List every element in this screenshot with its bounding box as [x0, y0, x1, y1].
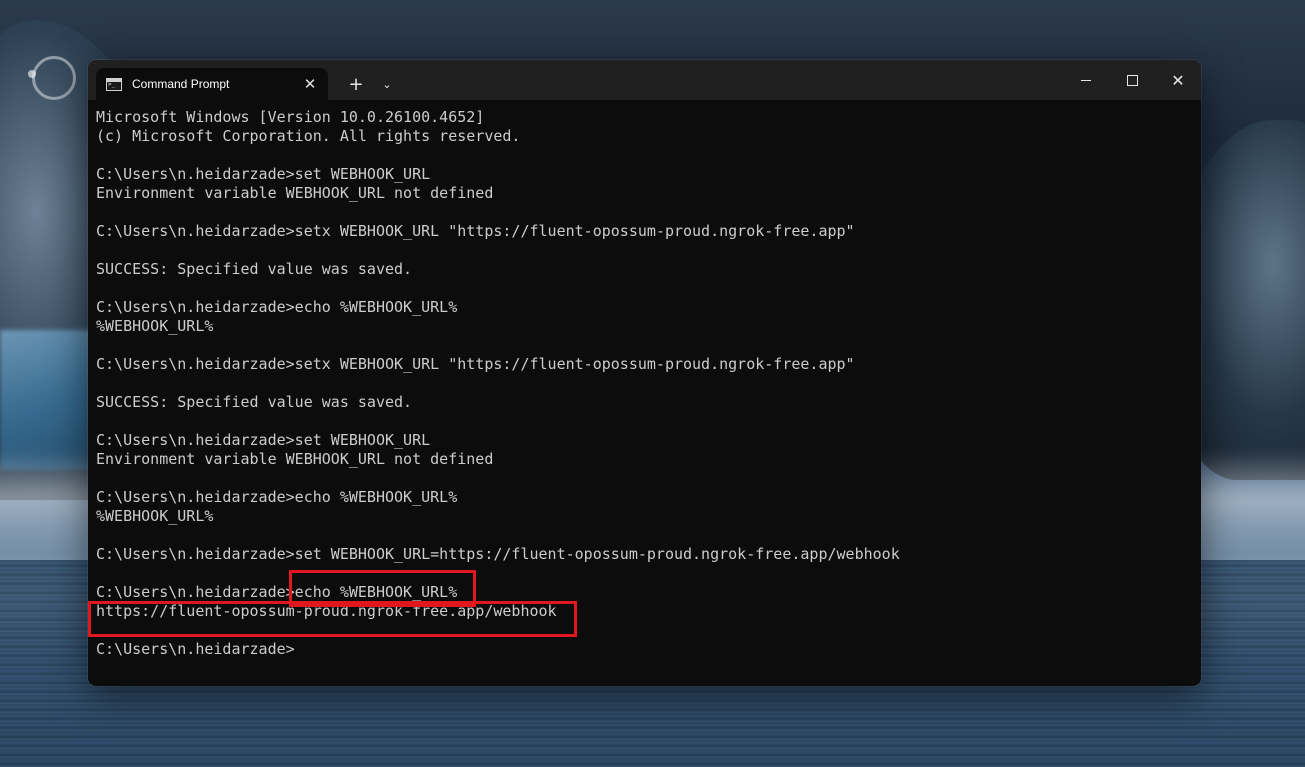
- tab-close-icon[interactable]: ✕: [298, 72, 322, 96]
- command-prompt-window: Command Prompt ✕ + ⌄ ✕ Microsoft Windows…: [88, 60, 1201, 686]
- close-window-button[interactable]: ✕: [1155, 60, 1201, 100]
- terminal-line: C:\Users\n.heidarzade>setx WEBHOOK_URL "…: [96, 222, 855, 240]
- terminal-line: C:\Users\n.heidarzade>set WEBHOOK_URL: [96, 431, 431, 449]
- window-controls: ✕: [1063, 60, 1201, 100]
- terminal-line: C:\Users\n.heidarzade>setx WEBHOOK_URL "…: [96, 355, 855, 373]
- watermark-logo: [28, 56, 88, 156]
- terminal-line: (c) Microsoft Corporation. All rights re…: [96, 127, 521, 145]
- terminal-line: C:\Users\n.heidarzade>echo %WEBHOOK_URL%: [96, 298, 458, 316]
- terminal-line: C:\Users\n.heidarzade>echo %WEBHOOK_URL%: [96, 583, 458, 601]
- title-bar[interactable]: Command Prompt ✕ + ⌄ ✕: [88, 60, 1201, 100]
- watermark-ring-icon: [32, 56, 76, 100]
- terminal-line: Environment variable WEBHOOK_URL not def…: [96, 450, 494, 468]
- terminal-line: C:\Users\n.heidarzade>echo %WEBHOOK_URL%: [96, 488, 458, 506]
- terminal-line: C:\Users\n.heidarzade>set WEBHOOK_URL: [96, 165, 431, 183]
- terminal-line: C:\Users\n.heidarzade>set WEBHOOK_URL=ht…: [96, 545, 900, 563]
- minimize-icon: [1081, 79, 1091, 81]
- maximize-icon: [1126, 74, 1138, 86]
- highlight-box-webhook-output: [88, 601, 577, 637]
- minimize-button[interactable]: [1063, 60, 1109, 100]
- tab-command-prompt[interactable]: Command Prompt ✕: [96, 68, 328, 100]
- maximize-button[interactable]: [1109, 60, 1155, 100]
- terminal-line: %WEBHOOK_URL%: [96, 507, 214, 525]
- watermark-dot-icon: [28, 70, 36, 78]
- new-tab-button[interactable]: +: [342, 70, 370, 98]
- tab-title: Command Prompt: [132, 77, 230, 91]
- terminal-line: C:\Users\n.heidarzade>: [96, 640, 295, 658]
- cmd-icon: [106, 77, 122, 91]
- terminal-line: Microsoft Windows [Version 10.0.26100.46…: [96, 108, 485, 126]
- terminal-output[interactable]: Microsoft Windows [Version 10.0.26100.46…: [96, 108, 1193, 686]
- terminal-line: SUCCESS: Specified value was saved.: [96, 260, 413, 278]
- terminal-line: Environment variable WEBHOOK_URL not def…: [96, 184, 494, 202]
- terminal-line: SUCCESS: Specified value was saved.: [96, 393, 413, 411]
- tab-dropdown-button[interactable]: ⌄: [373, 70, 401, 98]
- terminal-line: %WEBHOOK_URL%: [96, 317, 214, 335]
